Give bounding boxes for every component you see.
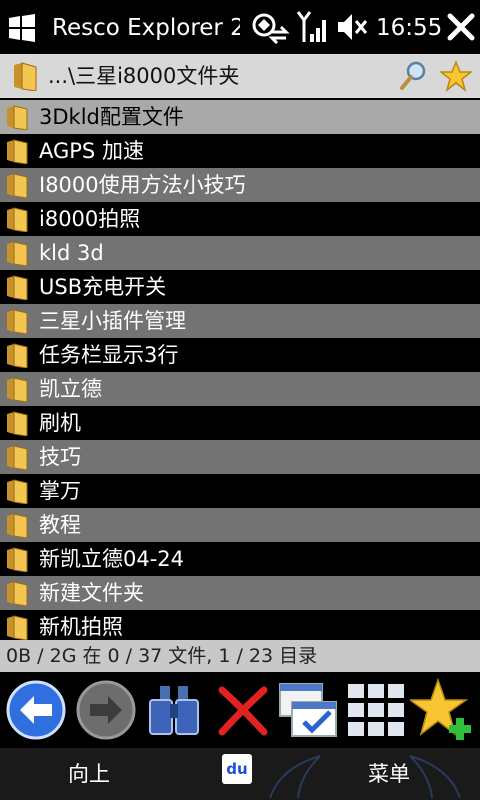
list-item[interactable]: 三星小插件管理 xyxy=(0,304,480,338)
list-item[interactable]: 掌万 xyxy=(0,474,480,508)
list-item[interactable]: 新凯立德04-24 xyxy=(0,542,480,576)
list-item[interactable]: 刷机 xyxy=(0,406,480,440)
folder-icon xyxy=(7,275,28,300)
forward-arrow-icon[interactable] xyxy=(74,678,138,742)
delete-x-icon[interactable] xyxy=(210,678,274,742)
app-title: Resco Explorer 2008 xyxy=(52,15,240,41)
folder-name: I8000使用方法小技巧 xyxy=(39,173,246,197)
folder-icon xyxy=(7,411,28,436)
folder-name: 教程 xyxy=(39,513,81,537)
folder-name: 任务栏显示3行 xyxy=(39,343,179,367)
current-path: ...\三星i8000文件夹 xyxy=(48,64,240,88)
folder-icon xyxy=(7,105,28,130)
search-icon[interactable] xyxy=(398,60,430,92)
sync-globe-icon[interactable] xyxy=(250,10,290,44)
list-item[interactable]: 新机拍照 xyxy=(0,610,480,640)
close-icon[interactable] xyxy=(446,10,476,44)
folder-name: 新建文件夹 xyxy=(39,581,144,605)
folder-icon xyxy=(7,343,28,368)
folder-icon xyxy=(14,62,37,91)
folder-list: 3Dkld配置文件 AGPS 加速 I8000使用方法小技巧 i8000拍照 k… xyxy=(0,100,480,640)
speaker-mute-icon[interactable] xyxy=(336,10,368,44)
favorites-star-icon[interactable] xyxy=(440,60,472,92)
folder-icon xyxy=(7,445,28,470)
clock-time: 16:55 xyxy=(376,15,443,41)
up-softkey[interactable]: 向上 xyxy=(68,760,110,788)
folder-name: 三星小插件管理 xyxy=(39,309,186,333)
window-check-icon[interactable] xyxy=(276,678,340,742)
folder-icon xyxy=(7,581,28,606)
folder-name: 3Dkld配置文件 xyxy=(39,105,184,129)
folder-name: 刷机 xyxy=(39,411,81,435)
back-arrow-icon[interactable] xyxy=(4,678,68,742)
status-bar: Resco Explorer 2008 16:55 xyxy=(0,0,480,54)
list-item[interactable]: 新建文件夹 xyxy=(0,576,480,610)
folder-icon xyxy=(7,615,28,640)
list-item[interactable]: 任务栏显示3行 xyxy=(0,338,480,372)
path-bar: ...\三星i8000文件夹 xyxy=(0,54,480,98)
toolbar xyxy=(0,672,480,748)
folder-name: USB充电开关 xyxy=(39,275,167,299)
folder-name: 新凯立德04-24 xyxy=(39,547,185,571)
info-bar: 0B / 2G 在 0 / 37 文件, 1 / 23 目录 xyxy=(0,640,480,672)
binoculars-icon[interactable] xyxy=(142,678,206,742)
folder-icon xyxy=(7,377,28,402)
folder-icon xyxy=(7,309,28,334)
folder-name: i8000拍照 xyxy=(39,207,141,231)
folder-name: 新机拍照 xyxy=(39,615,123,639)
folder-name: 技巧 xyxy=(39,445,81,469)
folder-name: AGPS 加速 xyxy=(39,139,144,163)
softkey-bar: 向上 du 菜单 xyxy=(0,748,480,800)
list-item[interactable]: 3Dkld配置文件 xyxy=(0,100,480,134)
folder-icon xyxy=(7,479,28,504)
folder-name: 掌万 xyxy=(39,479,81,503)
list-item[interactable]: AGPS 加速 xyxy=(0,134,480,168)
folder-icon xyxy=(7,173,28,198)
add-favorite-icon[interactable] xyxy=(410,678,474,742)
du-badge[interactable]: du xyxy=(222,754,252,784)
folder-icon xyxy=(7,513,28,538)
folder-name: 凯立德 xyxy=(39,377,102,401)
folder-name: kld 3d xyxy=(39,241,104,265)
list-item[interactable]: I8000使用方法小技巧 xyxy=(0,168,480,202)
folder-icon xyxy=(7,547,28,572)
grid-view-icon[interactable] xyxy=(344,678,408,742)
folder-icon xyxy=(7,241,28,266)
menu-softkey[interactable]: 菜单 xyxy=(368,760,410,788)
list-item[interactable]: 凯立德 xyxy=(0,372,480,406)
windows-flag-icon[interactable] xyxy=(6,12,38,44)
folder-icon xyxy=(7,139,28,164)
list-item[interactable]: kld 3d xyxy=(0,236,480,270)
watermark-wings-icon xyxy=(269,755,461,799)
folder-icon xyxy=(7,207,28,232)
list-item[interactable]: 技巧 xyxy=(0,440,480,474)
list-item[interactable]: USB充电开关 xyxy=(0,270,480,304)
storage-summary: 0B / 2G 在 0 / 37 文件, 1 / 23 目录 xyxy=(6,645,318,667)
list-item[interactable]: i8000拍照 xyxy=(0,202,480,236)
signal-strength-icon xyxy=(296,11,326,42)
list-item[interactable]: 教程 xyxy=(0,508,480,542)
